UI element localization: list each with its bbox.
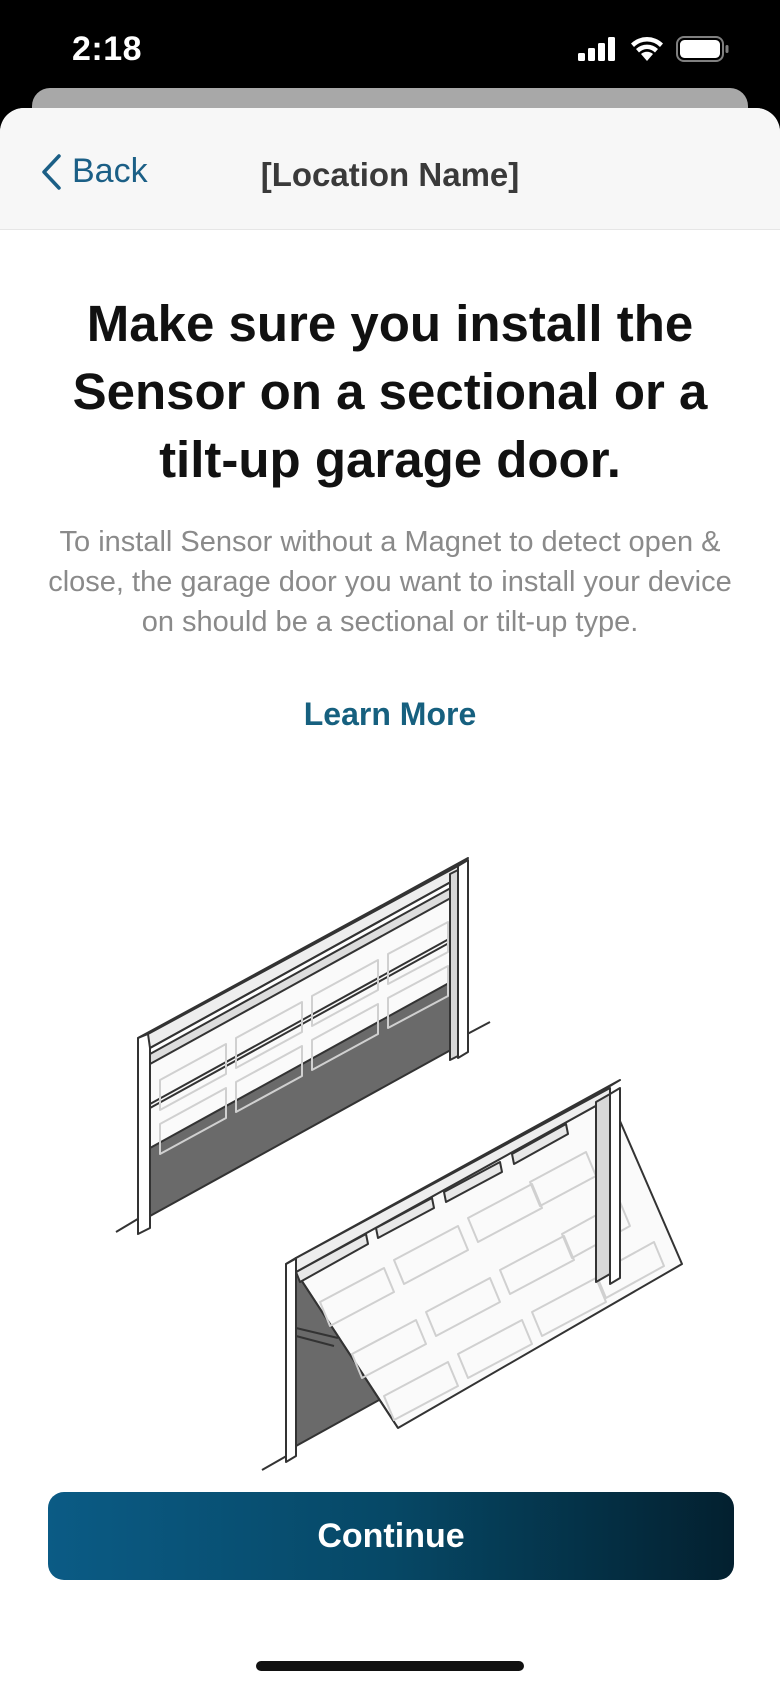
garage-doors-illustration	[115, 857, 683, 1471]
nav-title: [Location Name]	[260, 156, 520, 193]
status-icons	[578, 36, 730, 62]
status-time: 2:18	[72, 30, 143, 68]
battery-icon	[676, 36, 729, 62]
description-text: To install Sensor without a Magnet to de…	[48, 526, 732, 638]
learn-more-link[interactable]: Learn More	[0, 696, 780, 733]
continue-button[interactable]: Continue	[48, 1492, 734, 1580]
continue-label: Continue	[317, 1516, 465, 1555]
navigation-bar: Back [Location Name]	[0, 108, 780, 230]
modal-sheet: Back [Location Name] Make sure you insta…	[0, 108, 780, 1688]
home-indicator	[256, 1661, 524, 1671]
cellular-signal-icon	[578, 37, 615, 61]
page-headline: Make sure you install the Sensor on a se…	[72, 295, 708, 488]
tilt-up-door-icon	[261, 1079, 683, 1471]
status-bar: 2:18	[0, 0, 780, 100]
wifi-icon	[631, 37, 663, 61]
sectional-door-icon	[115, 857, 491, 1235]
